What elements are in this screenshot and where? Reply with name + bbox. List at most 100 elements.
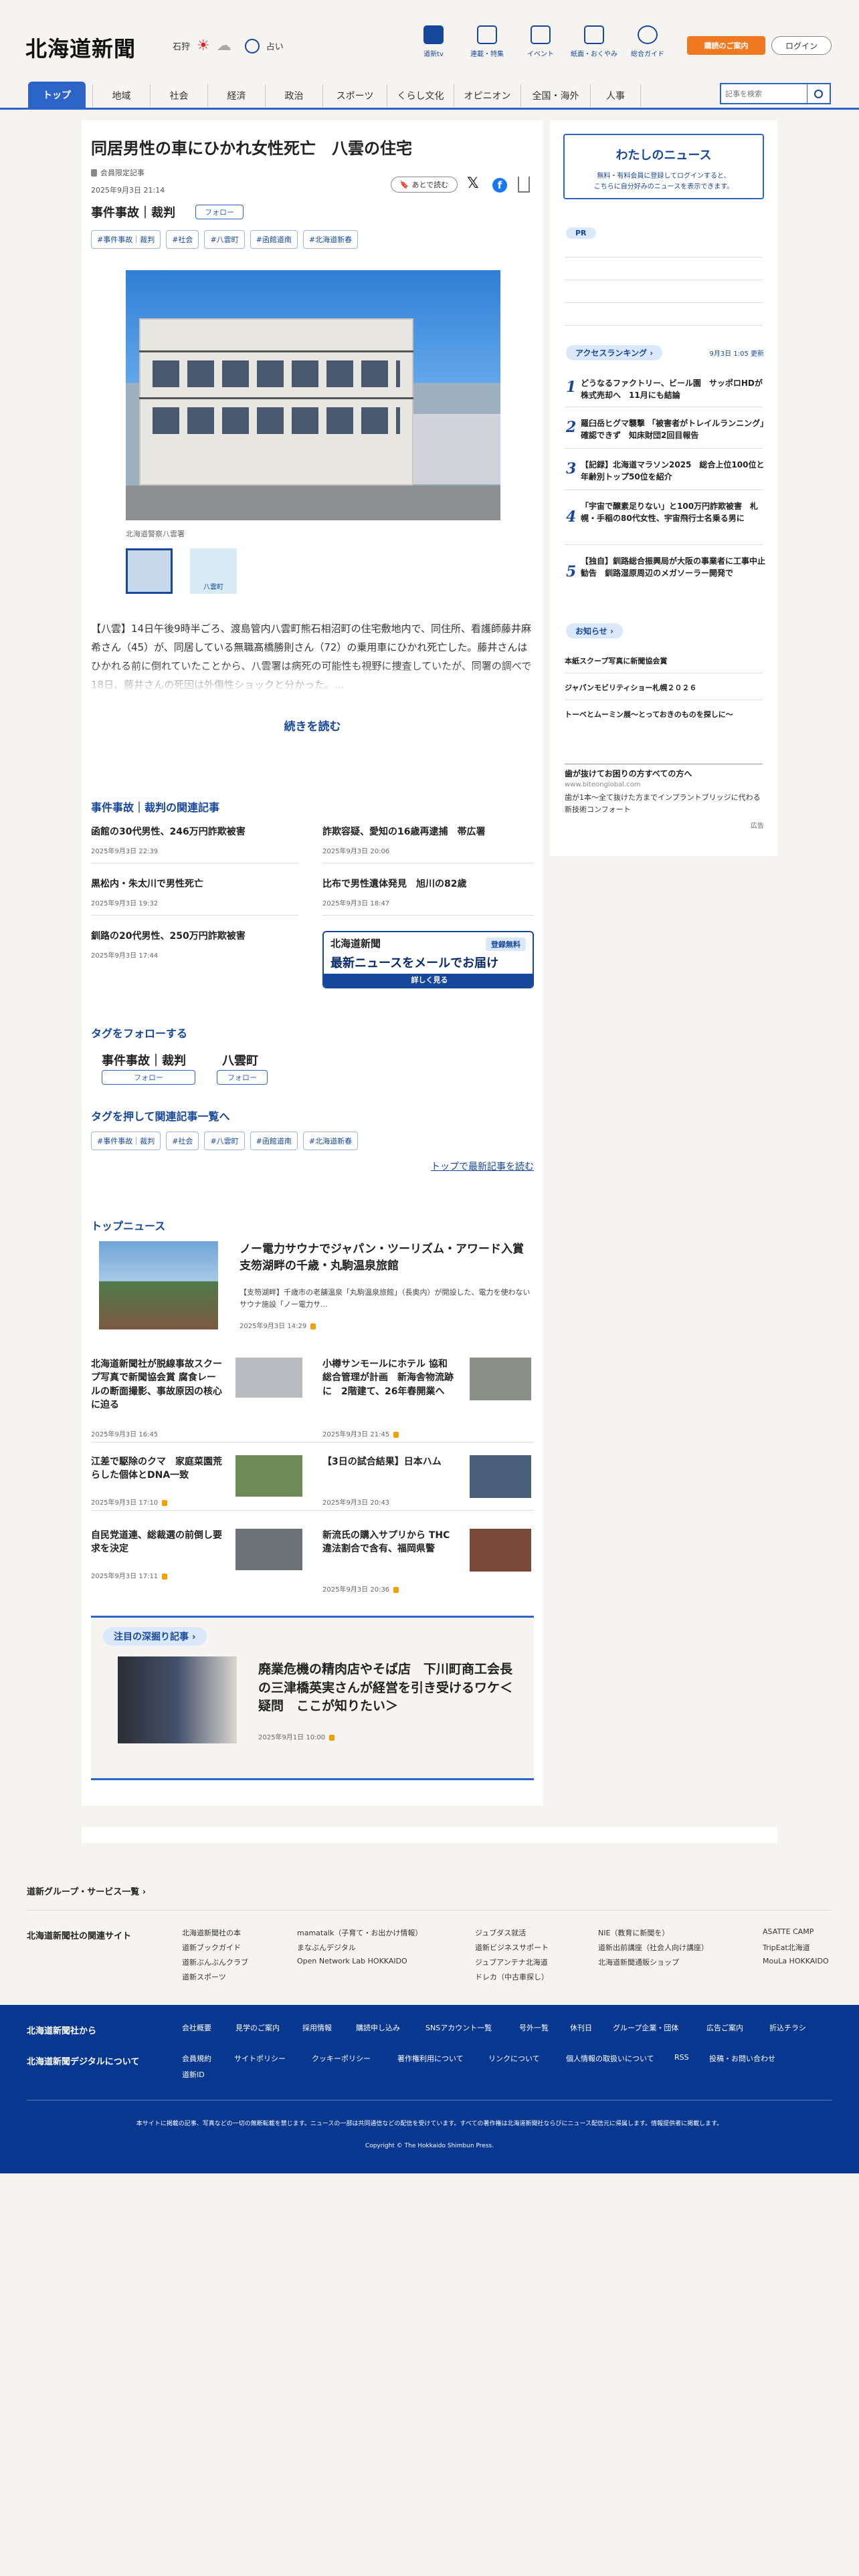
lead-news-title[interactable]: ノー電力サウナでジャパン・ツーリズム・アワード入賞 支笏湖畔の千歳・丸駒温泉旅館 <box>240 1241 537 1274</box>
latest-articles-link[interactable]: トップで最新記事を読む <box>431 1160 534 1173</box>
subscribe-button[interactable]: 購読のご案内 <box>687 36 765 55</box>
featured-photo[interactable] <box>118 1656 237 1743</box>
footer-link[interactable]: 広告ご案内 <box>706 2022 743 2033</box>
lead-news-photo[interactable] <box>99 1241 218 1329</box>
news-title[interactable]: 小樽サンモールにホテル 協和総合管理が計画 新海舎物流跡に 2階建て、26年春開… <box>322 1358 456 1398</box>
tag-chip[interactable]: #函館道南 <box>250 230 298 249</box>
nav-tab-world[interactable]: 全国・海外 <box>520 84 590 107</box>
nav-tab-society[interactable]: 社会 <box>150 84 207 107</box>
facebook-share-icon[interactable]: f <box>492 178 507 193</box>
rank-title[interactable]: 【独自】釧路総合振興局が大阪の事業者に工事中止勧告 釧路湿原周辺のメガソーラー開… <box>581 555 767 579</box>
footer-link[interactable]: 休刊日 <box>570 2022 592 2033</box>
footer-site-link[interactable]: 道新ブックガイド <box>182 1942 241 1953</box>
news-title[interactable]: 【3日の試合結果】日本ハム <box>322 1455 456 1469</box>
footer-site-link[interactable]: まなぶんデジタル <box>297 1942 356 1953</box>
footer-site-link[interactable]: 道新ビジネスサポート <box>475 1942 549 1953</box>
news-thumbnail[interactable] <box>470 1455 531 1498</box>
group-services-link[interactable]: 道新グループ・サービス一覧 › <box>27 1885 146 1897</box>
tag-chip[interactable]: #社会 <box>166 230 199 249</box>
x-share-icon[interactable]: 𝕏 <box>467 175 479 192</box>
notice-item[interactable]: 本紙スクープ写真に新聞協会賞 <box>565 655 667 666</box>
notice-title[interactable]: お知らせ › <box>566 623 623 639</box>
featured-heading[interactable]: 注目の深掘り記事 › <box>103 1627 207 1646</box>
tag-chip[interactable]: #北海道新春 <box>302 1132 359 1150</box>
news-thumbnail[interactable] <box>235 1529 302 1570</box>
photo-thumbnail-1[interactable] <box>126 548 173 594</box>
footer-link[interactable]: 採用情報 <box>302 2022 332 2033</box>
footer-link[interactable]: 著作権利用について <box>397 2053 464 2064</box>
footer-site-link[interactable]: 道新スポーツ <box>182 1971 226 1982</box>
footer-link[interactable]: SNSアカウント一覧 <box>425 2022 492 2033</box>
footer-site-link[interactable]: MouLa HOKKAIDO <box>763 1957 829 1965</box>
footer-link[interactable]: リンクについて <box>488 2053 540 2064</box>
footer-site-link[interactable]: ジュブダス就活 <box>475 1927 526 1938</box>
notice-item[interactable]: ジャパンモビリティショー札幌２０２６ <box>565 682 696 693</box>
rank-title[interactable]: どうなるファクトリー、ビール園 サッポロHDが株式売却へ 11月にも結論 <box>581 377 767 401</box>
featured-title[interactable]: 廃業危機の精肉店やそば店 下川町商工会長の三津橋英実さんが経営を引き受けるワケ＜… <box>258 1660 519 1716</box>
header-link-paper[interactable]: 紙面・おくやみ <box>571 25 617 58</box>
header-link-guide[interactable]: 総合ガイド <box>624 25 671 58</box>
footer-site-link[interactable]: Open Network Lab HOKKAIDO <box>297 1957 407 1965</box>
footer-site-link[interactable]: 道新出前講座（社会人向け講座） <box>598 1942 708 1953</box>
login-button[interactable]: ログイン <box>771 36 832 55</box>
footer-site-link[interactable]: ドレカ（中古車探し） <box>475 1971 549 1982</box>
news-title[interactable]: 新流氏の購入サプリから THC 違法割合で含有、福岡県警 <box>322 1529 459 1556</box>
newsletter-promo[interactable]: 北海道新聞 登録無料 最新ニュースをメールでお届け 詳しく見る <box>322 931 534 988</box>
footer-link[interactable]: 購読申し込み <box>356 2022 400 2033</box>
photo-thumbnail-2[interactable]: 八雲町 <box>190 548 237 594</box>
footer-link[interactable]: 号外一覧 <box>519 2022 549 2033</box>
footer-link[interactable]: 会社概要 <box>182 2022 211 2033</box>
nav-tab-culture[interactable]: くらし文化 <box>387 84 454 107</box>
footer-link[interactable]: RSS <box>674 2053 689 2062</box>
related-article-title[interactable]: 詐欺容疑、愛知の16歳再逮捕 帯広署 <box>322 825 537 839</box>
footer-link[interactable]: 会員規約 <box>182 2053 211 2064</box>
tag-chip[interactable]: #事件事故｜裁判 <box>91 1132 161 1150</box>
related-article-title[interactable]: 函館の30代男性、246万円詐欺被害 <box>91 825 298 839</box>
rank-title[interactable]: 「宇宙で醸素足りない」と100万円詐欺被害 札幌・手稲の80代女性、宇宙飛行士名… <box>581 500 767 524</box>
header-link-series[interactable]: 連載・特集 <box>464 25 510 58</box>
footer-site-link[interactable]: ジュブアンテナ北海道 <box>475 1957 548 1967</box>
related-article-title[interactable]: 黒松内・朱太川で男性死亡 <box>91 877 298 891</box>
news-title[interactable]: 自民党道連、総裁選の前倒し要求を決定 <box>91 1529 225 1556</box>
footer-site-link[interactable]: 北海道新聞通販ショップ <box>598 1957 679 1967</box>
footer-site-link[interactable]: TripEat北海道 <box>763 1942 810 1953</box>
ad-title[interactable]: 歯が抜けてお困りの方すべての方へ <box>565 768 692 779</box>
search-button[interactable] <box>807 84 830 103</box>
ranking-title[interactable]: アクセスランキング › <box>566 345 663 360</box>
ad-description[interactable]: 歯が1本〜全て抜けた方までインプラントブリッジに代わる新技術コンフォート <box>565 792 763 815</box>
rank-title[interactable]: 羅臼岳ヒグマ襲撃 「被害者がトレイルランニング」確認できず 知床財団2回目報告 <box>581 417 767 441</box>
footer-site-link[interactable]: NIE（教育に新聞を） <box>598 1927 669 1938</box>
footer-site-link[interactable]: mamatalk（子育て・お出かけ情報） <box>297 1927 422 1938</box>
article-photo[interactable] <box>126 270 500 520</box>
tag-chip[interactable]: #事件事故｜裁判 <box>91 230 161 249</box>
tag-chip[interactable]: #八雲町 <box>204 1132 245 1150</box>
related-article-title[interactable]: 釧路の20代男性、250万円詐欺被害 <box>91 930 298 943</box>
footer-link[interactable]: クッキーポリシー <box>312 2053 371 2064</box>
tag-chip[interactable]: #八雲町 <box>204 230 245 249</box>
weather-widget[interactable]: 石狩 ☀ ☁ 占い <box>173 37 284 54</box>
news-thumbnail[interactable] <box>235 1358 302 1398</box>
notice-item[interactable]: トーベとムーミン展〜とっておきのものを探しに〜 <box>565 709 733 720</box>
follow-tag-button[interactable]: フォロー <box>102 1070 195 1085</box>
share-icon[interactable] <box>518 177 530 193</box>
news-thumbnail[interactable] <box>470 1358 531 1400</box>
news-title[interactable]: 北海道新聞社が脱線事故スクープ写真で新聞協会賞 腐食レールの断面撮影、事故原因の… <box>91 1358 225 1412</box>
footer-link[interactable]: 投稿・お問い合わせ <box>709 2053 775 2064</box>
follow-tag-button[interactable]: フォロー <box>217 1070 268 1085</box>
header-link-events[interactable]: イベント <box>517 25 564 58</box>
nav-tab-economy[interactable]: 経済 <box>207 84 265 107</box>
rank-title[interactable]: 【記録】北海道マラソン2025 総合上位100位と年齢別トップ50位を紹介 <box>581 459 767 483</box>
footer-site-link[interactable]: 北海道新聞社の本 <box>182 1927 241 1938</box>
tag-chip[interactable]: #函館道南 <box>250 1132 298 1150</box>
footer-site-link[interactable]: 道新ぶんぶんクラブ <box>182 1957 248 1967</box>
footer-link[interactable]: サイトポリシー <box>234 2053 286 2064</box>
category-follow-button[interactable]: フォロー <box>195 205 244 219</box>
article-category[interactable]: 事件事故｜裁判 <box>91 203 175 221</box>
nav-tab-politics[interactable]: 政治 <box>265 84 322 107</box>
nav-tab-local[interactable]: 地域 <box>92 84 150 107</box>
nav-tab-sports[interactable]: スポーツ <box>322 84 387 107</box>
news-title[interactable]: 江差で駆除のクマ 家庭菜園荒らした個体とDNA一致 <box>91 1455 225 1483</box>
footer-link[interactable]: 道新ID <box>182 2069 205 2080</box>
footer-link[interactable]: 折込チラシ <box>769 2022 806 2033</box>
read-more-link[interactable]: 続きを読む <box>82 717 543 734</box>
